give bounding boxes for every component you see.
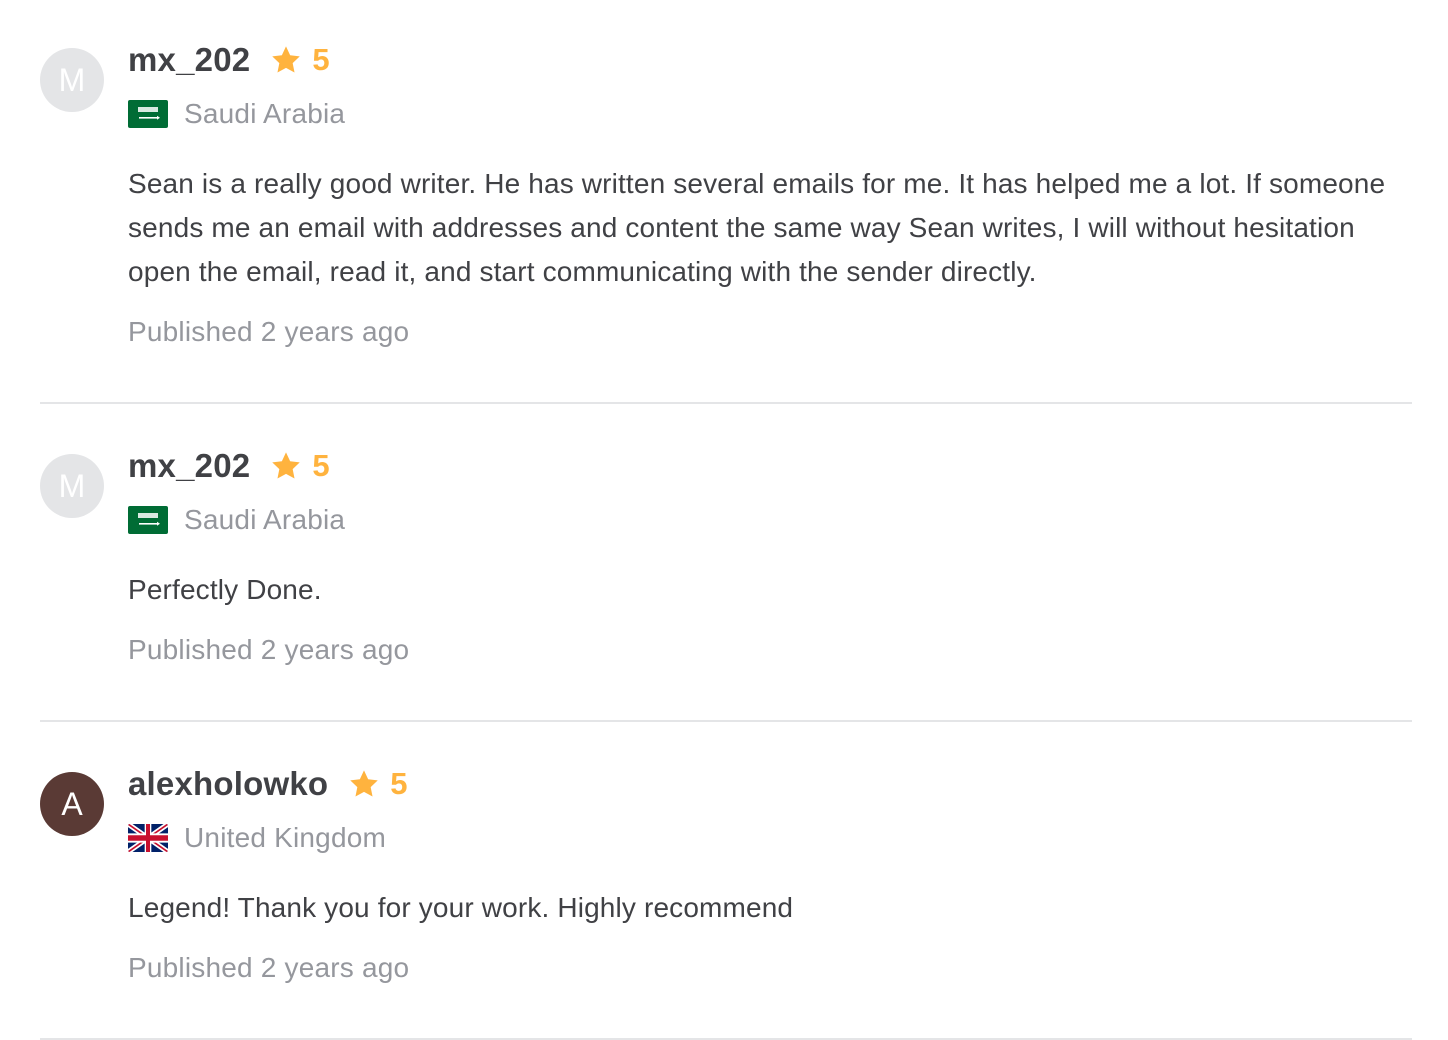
reviewer-username[interactable]: alexholowko (128, 765, 328, 803)
rating: 5 (270, 448, 330, 484)
country-name: Saudi Arabia (184, 504, 346, 535)
reviewer-country: United Kingdom (128, 820, 1412, 856)
rating: 5 (348, 766, 408, 802)
country-name: United Kingdom (184, 822, 387, 853)
review-text: Legend! Thank you for your work. Highly … (128, 892, 794, 923)
avatar[interactable]: A (40, 772, 104, 836)
rating: 5 (270, 42, 330, 78)
review-item: M mx_202 5 Saudi Arabia Sean is a really… (40, 0, 1412, 404)
rating-value: 5 (390, 766, 408, 801)
reviewer-country: Saudi Arabia (128, 96, 1412, 132)
review-content: mx_202 5 Saudi Arabia Sean is a really g… (128, 38, 1412, 348)
reviewer-username[interactable]: mx_202 (128, 447, 250, 485)
avatar[interactable]: M (40, 454, 104, 518)
avatar-initial: A (61, 786, 83, 822)
avatar-initial: M (58, 62, 86, 98)
saudi-arabia-flag-icon (128, 100, 168, 128)
review-item: M mx_202 5 Saudi Arabia Perfectly Done. (40, 404, 1412, 722)
star-icon (272, 452, 301, 479)
avatar-initial: M (58, 468, 86, 504)
review-header: mx_202 5 (128, 444, 1412, 488)
star-icon (272, 46, 301, 73)
rating-value: 5 (312, 448, 330, 483)
avatar[interactable]: M (40, 48, 104, 112)
review-content: alexholowko 5 United Kingdom Legend! Tha… (128, 762, 1412, 984)
reviews-list: M mx_202 5 Saudi Arabia Sean is a really… (0, 0, 1448, 1040)
country-name: Saudi Arabia (184, 98, 346, 129)
reviewer-country: Saudi Arabia (128, 502, 1412, 538)
star-icon (350, 770, 378, 797)
review-item: A alexholowko 5 United Kingdom Legend! T… (40, 722, 1412, 1040)
published-date: Published 2 years ago (128, 952, 410, 983)
review-header: alexholowko 5 (128, 762, 1412, 806)
united-kingdom-flag-icon (128, 824, 168, 852)
saudi-arabia-flag-icon (128, 506, 168, 534)
published-date: Published 2 years ago (128, 634, 410, 665)
published-date: Published 2 years ago (128, 316, 410, 347)
rating-value: 5 (312, 42, 330, 77)
review-text: Sean is a really good writer. He has wri… (128, 168, 1386, 287)
reviewer-username[interactable]: mx_202 (128, 41, 250, 79)
review-header: mx_202 5 (128, 38, 1412, 82)
review-content: mx_202 5 Saudi Arabia Perfectly Done. Pu… (128, 444, 1412, 666)
review-text: Perfectly Done. (128, 574, 322, 605)
